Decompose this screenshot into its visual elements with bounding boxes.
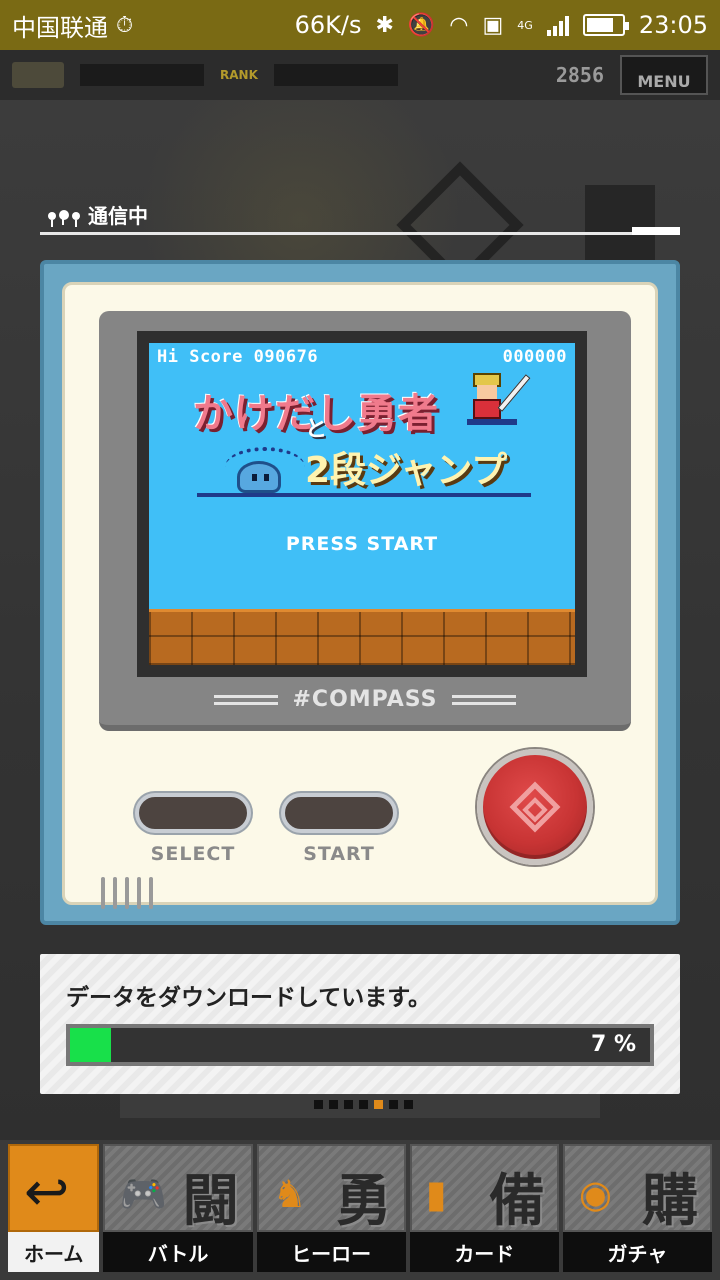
- sim-icon: ▣: [482, 12, 504, 38]
- pager-dot: [404, 1100, 413, 1109]
- start-button[interactable]: [281, 793, 397, 833]
- cards-icon: ▮: [425, 1172, 447, 1216]
- start-label: START: [303, 843, 375, 865]
- alarm-icon: ⏱: [116, 12, 134, 38]
- download-message: データをダウンロードしています。: [66, 985, 432, 1011]
- gamepad-icon: 🎮: [119, 1172, 167, 1216]
- wifi-icon: ◠: [449, 12, 469, 38]
- speaker-grill: [101, 877, 153, 909]
- exp-bar: [80, 64, 204, 86]
- gacha-icon: ◉: [578, 1172, 613, 1216]
- network-speed: 66K/s: [294, 11, 362, 39]
- console-brand: #COMPASS: [99, 687, 631, 712]
- signal-icon: [546, 14, 569, 36]
- download-progress-text: 7 %: [590, 1032, 636, 1057]
- screen-bezel: Hi Score 090676 000000 かけだし勇者 と 2段ジャンプ P…: [99, 311, 631, 731]
- nav-gacha-kanji: 購: [642, 1169, 699, 1234]
- minigame-screen[interactable]: Hi Score 090676 000000 かけだし勇者 と 2段ジャンプ P…: [149, 343, 575, 665]
- brand-label: #COMPASS: [292, 687, 438, 712]
- connection-status: 通信中: [48, 200, 148, 229]
- slime-sprite: [237, 461, 281, 493]
- pager-dot: [344, 1100, 353, 1109]
- connection-divider: [40, 232, 640, 235]
- download-progress-fill: [70, 1028, 111, 1062]
- game-title-line2: 2段ジャンプ: [305, 450, 508, 491]
- battery-icon: [582, 14, 629, 36]
- carrier-name: 中国联通: [12, 13, 108, 42]
- pager-dot: [329, 1100, 338, 1109]
- hero-icon: ♞: [272, 1172, 307, 1216]
- brick-ground: [149, 609, 575, 665]
- brand-dash-right: [451, 694, 516, 705]
- page-indicator: [314, 1100, 413, 1109]
- network-nodes-icon: [48, 209, 80, 227]
- console-face: Hi Score 090676 000000 かけだし勇者 と 2段ジャンプ P…: [62, 282, 658, 909]
- handheld-console: Hi Score 090676 000000 かけだし勇者 と 2段ジャンプ P…: [40, 260, 680, 925]
- status-bar: 中国联通 ⏱ 66K/s ✱ 🔕 ◠ ▣ 4G 23:05: [0, 0, 720, 50]
- title-underline: [197, 493, 531, 497]
- back-arrow-icon: ↩: [24, 1160, 70, 1223]
- nav-gacha[interactable]: ◉ 購 ガチャ: [562, 1144, 713, 1272]
- nav-battle[interactable]: 🎮 闘 バトル: [103, 1144, 253, 1272]
- hi-score-label: Hi Score: [157, 347, 243, 367]
- mute-icon: 🔕: [407, 12, 436, 38]
- nav-card-label: カード: [409, 1232, 559, 1272]
- connection-divider-end: [632, 227, 680, 235]
- nav-hero-kanji: 勇: [335, 1169, 392, 1234]
- bottom-nav: ↩ ホーム 🎮 闘 バトル ♞ 勇 ヒーロー ▮ 備 カード ◉ 購 ガチャ: [0, 1140, 720, 1280]
- compass-logo-icon: [509, 781, 561, 833]
- pager-dot: [359, 1100, 368, 1109]
- clock: 23:05: [638, 11, 708, 39]
- nav-home[interactable]: ↩ ホーム: [8, 1144, 100, 1272]
- bluetooth-icon: ✱: [375, 12, 394, 38]
- nav-home-label: ホーム: [8, 1232, 100, 1272]
- hi-score: Hi Score 090676: [157, 347, 318, 367]
- game-title-connector: と: [305, 417, 328, 442]
- game-header: RANK 2856 MENU: [0, 50, 720, 100]
- pager-dot: [389, 1100, 398, 1109]
- hi-score-value: 090676: [253, 347, 319, 367]
- nav-home-tile: ↩: [8, 1144, 100, 1232]
- nav-gacha-tile: ◉ 購: [562, 1144, 713, 1234]
- menu-label: MENU: [637, 72, 691, 91]
- select-label: SELECT: [150, 843, 236, 865]
- select-button[interactable]: [135, 793, 251, 833]
- nav-hero-label: ヒーロー: [256, 1232, 406, 1272]
- lcd-frame: Hi Score 090676 000000 かけだし勇者 と 2段ジャンプ P…: [137, 331, 587, 677]
- pager-dot: [374, 1100, 383, 1109]
- download-progress-bar: 7 %: [66, 1024, 654, 1066]
- nav-card[interactable]: ▮ 備 カード: [409, 1144, 559, 1272]
- rank-label: RANK: [220, 68, 258, 82]
- points-value: 2856: [555, 63, 604, 87]
- background-decoration: [585, 185, 655, 265]
- nav-hero-tile: ♞ 勇: [256, 1144, 406, 1234]
- nav-card-kanji: 備: [488, 1169, 545, 1234]
- rank-bar: [273, 64, 398, 86]
- nav-card-tile: ▮ 備: [409, 1144, 559, 1234]
- network-type: 4G: [517, 19, 533, 32]
- nav-battle-label: バトル: [103, 1232, 253, 1272]
- nav-battle-tile: 🎮 闘: [103, 1144, 253, 1234]
- download-panel: データをダウンロードしています。 7 %: [40, 954, 680, 1094]
- connection-label: 通信中: [88, 204, 148, 228]
- hero-sprite: [467, 373, 517, 425]
- rank-indicator: RANK: [220, 68, 258, 82]
- menu-button[interactable]: MENU: [620, 55, 708, 95]
- nav-gacha-label: ガチャ: [562, 1232, 713, 1272]
- nav-battle-kanji: 闘: [182, 1169, 239, 1234]
- nav-hero[interactable]: ♞ 勇 ヒーロー: [256, 1144, 406, 1272]
- press-start-text: PRESS START: [285, 533, 439, 555]
- action-button[interactable]: [477, 749, 593, 865]
- brand-dash-left: [214, 694, 279, 705]
- level-badge: [12, 62, 64, 88]
- current-score: 000000: [502, 347, 567, 367]
- pager-dot: [314, 1100, 323, 1109]
